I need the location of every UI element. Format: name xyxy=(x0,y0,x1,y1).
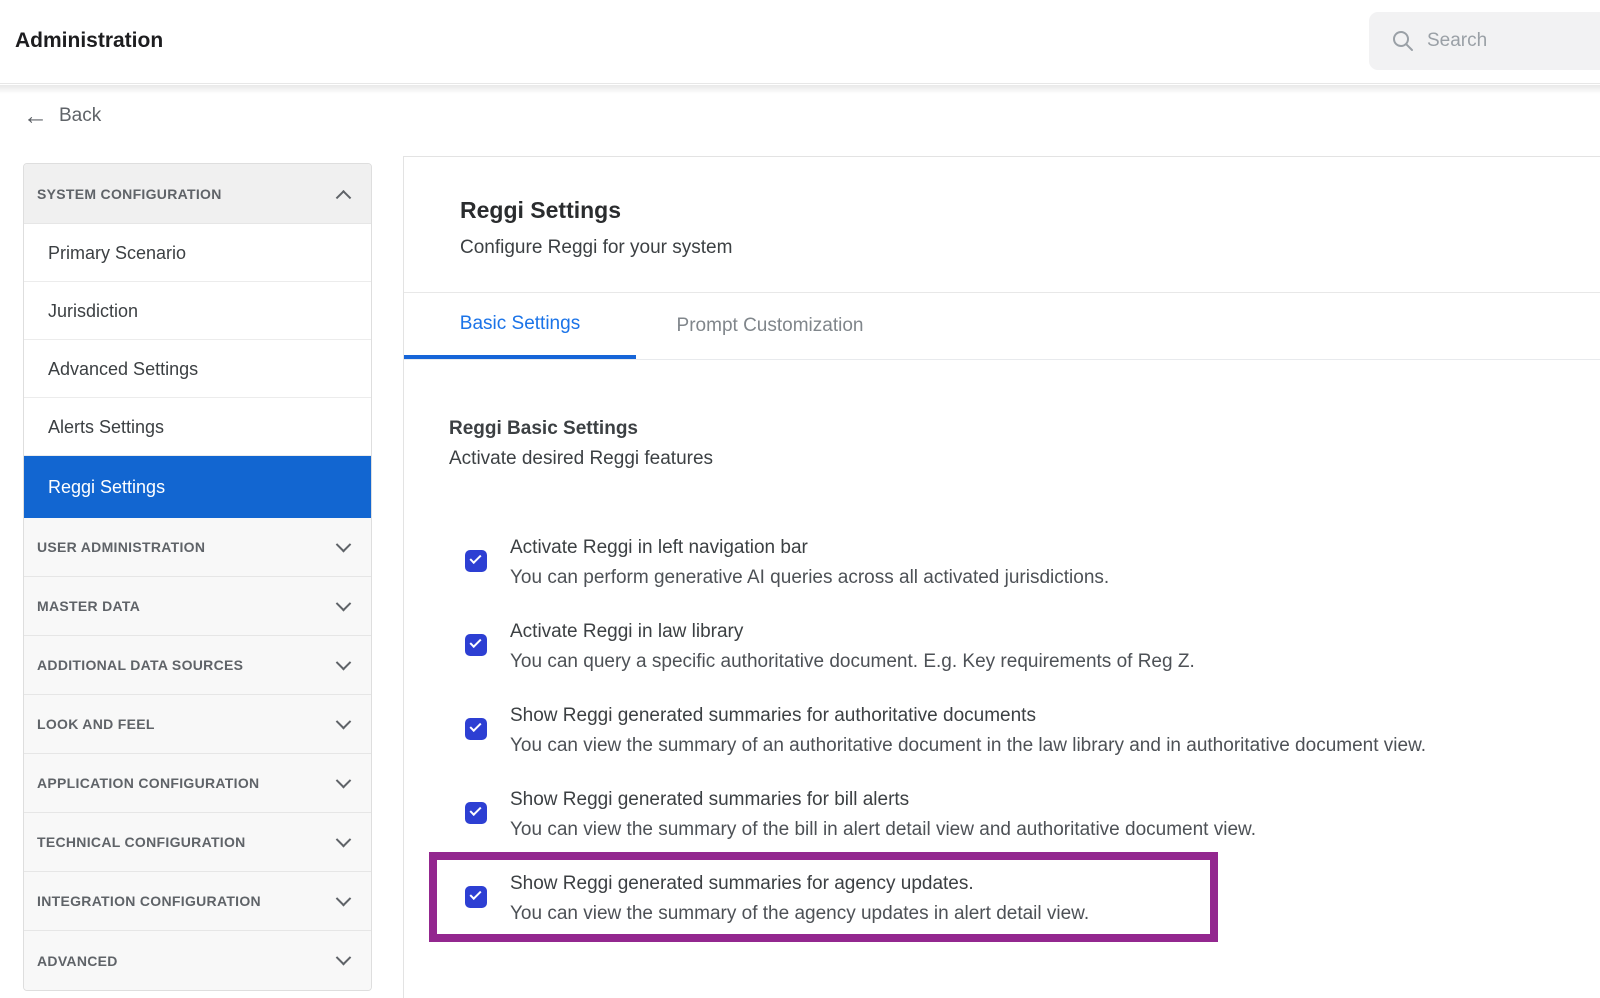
back-label: Back xyxy=(59,105,101,127)
sidebar-section-application-configuration[interactable]: APPLICATION CONFIGURATION xyxy=(24,754,371,813)
checkbox-activate-law-library[interactable] xyxy=(465,634,487,656)
checkbox-activate-left-nav[interactable] xyxy=(465,550,487,572)
sidebar-section-system-configuration[interactable]: SYSTEM CONFIGURATION xyxy=(24,164,371,224)
chevron-up-icon xyxy=(336,190,352,206)
sidebar-section-label: SYSTEM CONFIGURATION xyxy=(37,186,222,202)
sidebar-section-label: APPLICATION CONFIGURATION xyxy=(37,775,259,791)
sidebar-section-label: ADDITIONAL DATA SOURCES xyxy=(37,657,243,673)
checkbox-bill-alert-summaries[interactable] xyxy=(465,802,487,824)
setting-label: Show Reggi generated summaries for agenc… xyxy=(510,869,1089,899)
checkbox-agency-update-summaries[interactable] xyxy=(465,886,487,908)
search-icon xyxy=(1391,29,1415,53)
setting-description: You can view the summary of an authorita… xyxy=(510,731,1426,761)
tab-bar: Basic Settings Prompt Customization xyxy=(404,293,1600,360)
app-header: Administration xyxy=(0,0,1600,84)
setting-label: Show Reggi generated summaries for autho… xyxy=(510,701,1426,731)
sidebar-item-advanced-settings[interactable]: Advanced Settings xyxy=(24,340,371,398)
chevron-down-icon xyxy=(336,713,352,729)
sidebar-item-alerts-settings[interactable]: Alerts Settings xyxy=(24,398,371,456)
setting-row-agency-update-summaries: Show Reggi generated summaries for agenc… xyxy=(465,869,1089,929)
setting-label: Show Reggi generated summaries for bill … xyxy=(510,785,1256,815)
panel-title: Reggi Settings xyxy=(460,197,621,224)
chevron-down-icon xyxy=(336,950,352,966)
search-input[interactable] xyxy=(1427,30,1587,52)
check-icon xyxy=(469,804,481,816)
setting-description: You can view the summary of the agency u… xyxy=(510,899,1089,929)
chevron-down-icon xyxy=(336,595,352,611)
sidebar-section-additional-data-sources[interactable]: ADDITIONAL DATA SOURCES xyxy=(24,636,371,695)
sidebar-section-technical-configuration[interactable]: TECHNICAL CONFIGURATION xyxy=(24,813,371,872)
chevron-down-icon xyxy=(336,831,352,847)
page-body: ← Back SYSTEM CONFIGURATION Primary Scen… xyxy=(0,85,1600,998)
setting-description: You can perform generative AI queries ac… xyxy=(510,563,1109,593)
sidebar-item-reggi-settings[interactable]: Reggi Settings xyxy=(24,456,371,518)
panel-subtitle: Configure Reggi for your system xyxy=(460,237,732,259)
check-icon xyxy=(469,888,481,900)
sidebar-section-label: INTEGRATION CONFIGURATION xyxy=(37,893,261,909)
back-arrow-icon: ← xyxy=(23,106,48,126)
setting-label: Activate Reggi in left navigation bar xyxy=(510,533,1109,563)
chevron-down-icon xyxy=(336,890,352,906)
search-box[interactable] xyxy=(1369,12,1600,70)
chevron-down-icon xyxy=(336,772,352,788)
sidebar-section-label: ADVANCED xyxy=(37,953,118,969)
chevron-down-icon xyxy=(336,654,352,670)
sidebar-section-user-administration[interactable]: USER ADMINISTRATION xyxy=(24,518,371,577)
chevron-down-icon xyxy=(336,536,352,552)
setting-row-authoritative-summaries: Show Reggi generated summaries for autho… xyxy=(465,701,1426,761)
check-icon xyxy=(469,636,481,648)
section-description: Activate desired Reggi features xyxy=(449,448,713,470)
setting-description: You can view the summary of the bill in … xyxy=(510,815,1256,845)
setting-row-bill-alert-summaries: Show Reggi generated summaries for bill … xyxy=(465,785,1256,845)
check-icon xyxy=(469,720,481,732)
reggi-settings-panel: Reggi Settings Configure Reggi for your … xyxy=(403,156,1600,998)
sidebar-section-label: LOOK AND FEEL xyxy=(37,716,155,732)
sidebar-section-look-and-feel[interactable]: LOOK AND FEEL xyxy=(24,695,371,754)
setting-description: You can query a specific authoritative d… xyxy=(510,647,1195,677)
sidebar-section-integration-configuration[interactable]: INTEGRATION CONFIGURATION xyxy=(24,872,371,931)
back-button[interactable]: ← Back xyxy=(23,105,101,127)
section-heading: Reggi Basic Settings xyxy=(449,418,638,440)
tab-prompt-customization[interactable]: Prompt Customization xyxy=(636,293,904,359)
checkbox-authoritative-summaries[interactable] xyxy=(465,718,487,740)
sidebar-section-master-data[interactable]: MASTER DATA xyxy=(24,577,371,636)
sidebar-section-label: MASTER DATA xyxy=(37,598,140,614)
page-title: Administration xyxy=(15,29,163,53)
sidebar-section-label: TECHNICAL CONFIGURATION xyxy=(37,834,246,850)
setting-label: Activate Reggi in law library xyxy=(510,617,1195,647)
tab-basic-settings[interactable]: Basic Settings xyxy=(404,293,636,359)
setting-row-law-library: Activate Reggi in law library You can qu… xyxy=(465,617,1195,677)
settings-sidebar: SYSTEM CONFIGURATION Primary Scenario Ju… xyxy=(23,163,372,991)
sidebar-item-jurisdiction[interactable]: Jurisdiction xyxy=(24,282,371,340)
sidebar-section-advanced[interactable]: ADVANCED xyxy=(24,931,371,990)
setting-row-left-navigation: Activate Reggi in left navigation bar Yo… xyxy=(465,533,1109,593)
sidebar-section-label: USER ADMINISTRATION xyxy=(37,539,205,555)
check-icon xyxy=(469,552,481,564)
header-shadow xyxy=(0,85,1600,94)
sidebar-item-primary-scenario[interactable]: Primary Scenario xyxy=(24,224,371,282)
